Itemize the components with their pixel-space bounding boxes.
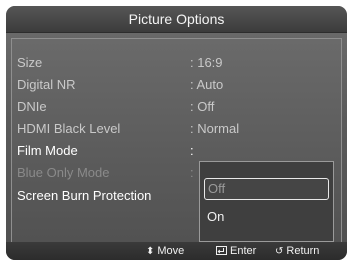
page-title: Picture Options (6, 6, 347, 33)
menu-item-label: DNIe (17, 99, 47, 114)
menu-item-film-mode[interactable]: Film Mode : (12, 141, 341, 161)
menu-item-hdmi-black-level[interactable]: HDMI Black Level : Normal (12, 119, 341, 139)
return-hint: ↺ Return (275, 242, 319, 260)
menu-item-value: : Auto (190, 77, 224, 92)
menu-item-label: Screen Burn Protection (17, 188, 152, 203)
menu-item-value: : 16:9 (190, 55, 223, 70)
dropdown-option-off[interactable]: Off (204, 178, 329, 200)
enter-icon (216, 243, 227, 260)
move-label: Move (157, 245, 185, 257)
footer-hints: ⬍ Move Enter ↺ Return (6, 242, 347, 260)
menu-item-value: : Off (190, 99, 215, 114)
menu-item-digital-nr[interactable]: Digital NR : Auto (12, 75, 341, 95)
menu-item-label: Size (17, 55, 43, 70)
enter-hint: Enter (216, 242, 256, 260)
dropdown-option-on[interactable]: On (204, 206, 329, 228)
menu-item-label: Digital NR (17, 77, 76, 92)
menu-item-size[interactable]: Size : 16:9 (12, 53, 341, 73)
return-label: Return (286, 245, 320, 257)
up-down-arrows-icon: ⬍ (146, 246, 155, 257)
move-hint: ⬍ Move (146, 242, 184, 260)
film-mode-dropdown[interactable]: Off On (199, 161, 334, 242)
menu-item-value: : Normal (190, 121, 240, 136)
menu-item-label: Blue Only Mode (17, 165, 110, 180)
picture-options-osd: Picture Options Size : 16:9 Digital NR :… (6, 6, 347, 260)
return-icon: ↺ (275, 246, 284, 257)
menu-item-label: HDMI Black Level (17, 121, 121, 136)
menu-item-value: : (190, 143, 194, 158)
menu-item-dnie[interactable]: DNIe : Off (12, 97, 341, 117)
menu-item-value: : (190, 165, 194, 180)
enter-label: Enter (230, 245, 257, 257)
menu-item-label: Film Mode (17, 143, 78, 158)
